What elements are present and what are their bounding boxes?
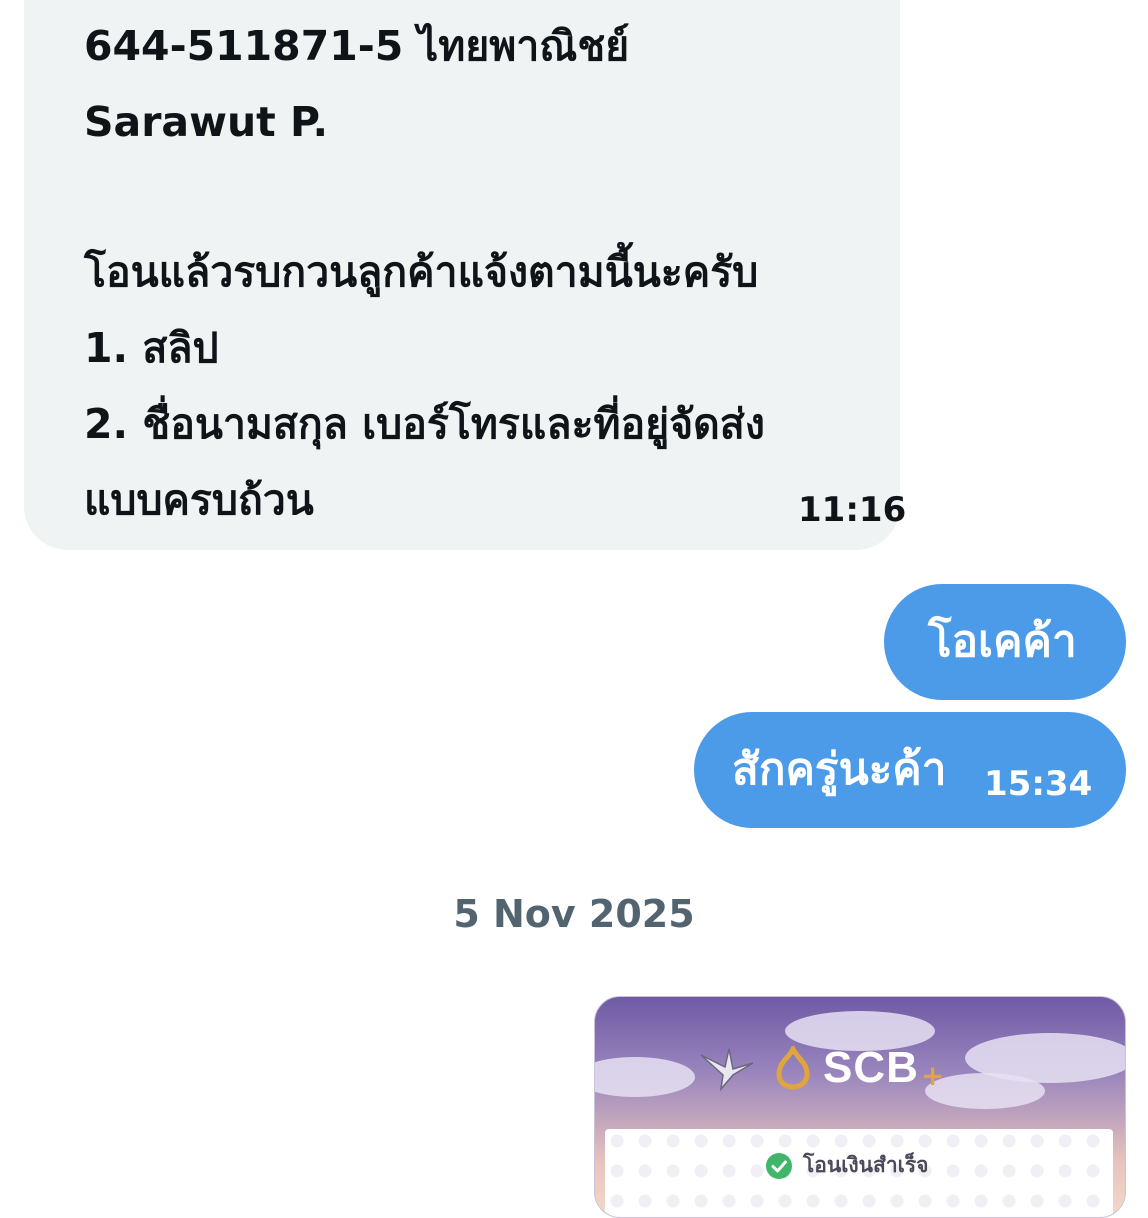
message-line-item-1: 1. สลิป bbox=[84, 324, 219, 372]
transfer-status: โอนเงินสำเร็จ bbox=[765, 1149, 928, 1182]
message-line-name: Sarawut P. bbox=[84, 98, 329, 146]
scb-brand-text: SCB bbox=[823, 1043, 919, 1092]
bird-icon bbox=[700, 1048, 754, 1092]
message-line-account: 644-511871-5 ไทยพาณิชย์ bbox=[84, 22, 630, 70]
transfer-slip-image[interactable]: SCB + โอนเงินสำเร็จ bbox=[594, 996, 1126, 1218]
message-timestamp: 11:16 bbox=[798, 490, 907, 530]
scb-bell-icon bbox=[776, 1046, 810, 1090]
scb-logo: SCB + bbox=[771, 1043, 944, 1093]
message-line-item-2: 2. ชื่อนามสกุล เบอร์โทรและที่อยู่จัดส่ง bbox=[84, 400, 765, 448]
date-separator: 5 Nov 2025 bbox=[453, 892, 695, 936]
incoming-message-bubble[interactable]: 644-511871-5 ไทยพาณิชย์ Sarawut P. โอนแล… bbox=[24, 0, 906, 550]
cloud-decoration bbox=[595, 1057, 695, 1097]
outgoing-message-text: โอเคค้า bbox=[928, 616, 1077, 667]
message-timestamp: 15:34 bbox=[984, 764, 1093, 804]
message-line-instruction: โอนแล้วรบกวนลูกค้าแจ้งตามนี้นะครับ bbox=[84, 248, 759, 296]
outgoing-message-text: สักครู่นะค้า bbox=[732, 744, 947, 795]
outgoing-message-bubble[interactable]: สักครู่นะค้า 15:34 bbox=[694, 712, 1126, 828]
message-line-item-2-cont: แบบครบถ้วน bbox=[84, 476, 314, 524]
scb-plus-mark: + bbox=[920, 1058, 945, 1092]
slip-receipt-card: โอนเงินสำเร็จ bbox=[605, 1129, 1113, 1217]
transfer-status-label: โอนเงินสำเร็จ bbox=[803, 1153, 929, 1177]
check-circle-icon bbox=[766, 1152, 792, 1179]
outgoing-message-bubble[interactable]: โอเคค้า bbox=[884, 584, 1126, 700]
